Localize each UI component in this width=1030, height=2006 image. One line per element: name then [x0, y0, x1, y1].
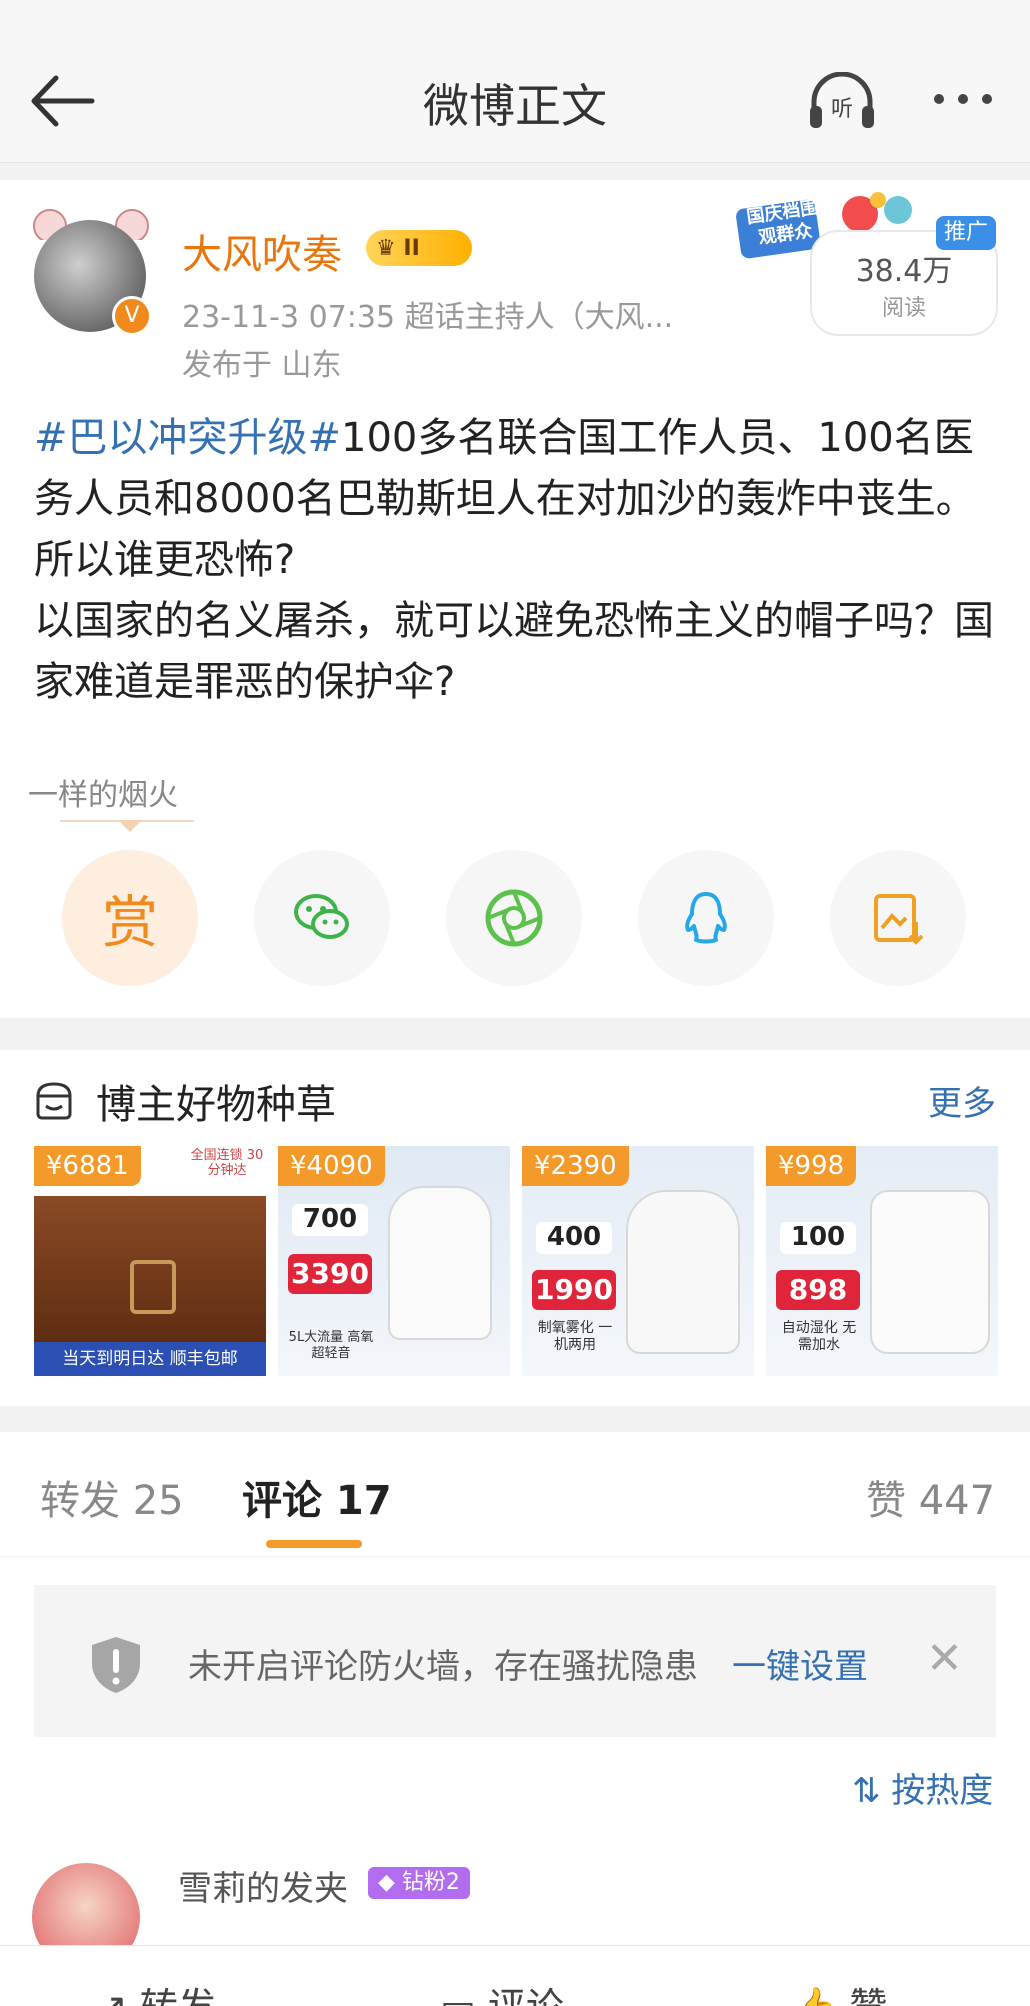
qq-penguin-icon: [685, 892, 727, 944]
comment-icon: ▭: [440, 1985, 488, 2006]
product-final-price: 3390: [288, 1254, 372, 1294]
firewall-text: 未开启评论防火墙，存在骚扰隐患: [188, 1647, 698, 1687]
post-meta: 23-11-3 07:35 超话主持人（大风...: [182, 300, 674, 335]
goods-more-link[interactable]: 更多: [928, 1076, 996, 1125]
reward-tip-label: 一样的烟火: [28, 778, 178, 813]
sort-label: 按热度: [891, 1771, 994, 1811]
sort-icon: ⇅: [852, 1771, 892, 1811]
product-final-price: 1990: [532, 1270, 616, 1310]
product-desc: 5L大流量 高氧超轻音: [288, 1330, 374, 1361]
product-deal: 700: [292, 1204, 368, 1236]
tab-comment[interactable]: 评论 17: [242, 1468, 392, 1526]
product-image: [870, 1190, 990, 1354]
product-card[interactable]: ¥2390 400 1990 制氧雾化 一机两用: [522, 1146, 754, 1376]
product-corner-text: 全国连锁 30分钟达: [190, 1148, 264, 1178]
post-card: V 大风吹奏 ♛ II 23-11-3 07:35 超话主持人（大风... 发布…: [0, 180, 1030, 1018]
active-tab-indicator: [266, 1540, 362, 1548]
product-price: ¥2390: [522, 1146, 629, 1186]
sort-by-heat-button[interactable]: ⇅ 按热度: [852, 1763, 993, 1812]
share-wechat-button[interactable]: [254, 850, 390, 986]
commenter-name[interactable]: 雪莉的发夹: [178, 1861, 348, 1910]
goods-title: 博主好物种草: [96, 1082, 336, 1128]
bottom-repost-button[interactable]: ↗ 转发: [96, 1976, 216, 2006]
reward-button[interactable]: 赏: [62, 850, 198, 986]
bottom-like-label: 赞: [849, 1985, 887, 2006]
share-moments-button[interactable]: [446, 850, 582, 986]
reward-label: 赏: [102, 890, 158, 956]
product-image: [388, 1186, 492, 1340]
shield-icon: [92, 1637, 140, 1693]
comments-area: 未开启评论防火墙，存在骚扰隐患 一键设置 ✕ ⇅ 按热度 雪莉的发夹 ◆ 钻粉2…: [0, 1557, 1030, 2005]
product-price: ¥6881: [34, 1146, 141, 1186]
product-final-price: 898: [776, 1270, 860, 1310]
product-deal: 100: [780, 1222, 856, 1254]
save-image-button[interactable]: [830, 850, 966, 986]
like-thumb-icon: 👍: [790, 1985, 849, 2006]
moments-shutter-icon: [485, 889, 543, 947]
goods-bag-icon: [36, 1082, 72, 1120]
post-tabs: 转发 25 评论 17 赞 447: [0, 1432, 1030, 1557]
tab-repost[interactable]: 转发 25: [40, 1468, 184, 1526]
product-deal: 400: [536, 1222, 612, 1254]
product-desc: 自动湿化 无需加水: [781, 1320, 857, 1353]
close-icon[interactable]: ✕: [926, 1633, 963, 1684]
fan-badge-label: 钻粉2: [401, 1870, 460, 1895]
product-image: [626, 1190, 740, 1354]
reward-tip-pointer: [118, 820, 142, 832]
product-desc: 制氧雾化 一机两用: [537, 1320, 613, 1353]
vip-level-badge[interactable]: ♛ II: [366, 230, 472, 266]
firewall-notice: 未开启评论防火墙，存在骚扰隐患 一键设置 ✕: [34, 1585, 996, 1737]
diamond-icon: ◆: [378, 1870, 395, 1895]
read-label: 阅读: [881, 296, 926, 321]
product-price: ¥4090: [278, 1146, 385, 1186]
product-price: ¥998: [766, 1146, 857, 1186]
save-image-icon: [874, 894, 924, 945]
bottom-repost-label: 转发: [140, 1985, 216, 2006]
tab-like[interactable]: 赞 447: [866, 1468, 995, 1526]
author-name[interactable]: 大风吹奏: [182, 222, 342, 280]
hashtag-link[interactable]: #巴以冲突升级#: [34, 415, 341, 461]
top-bar: 微博正文 听: [0, 0, 1030, 163]
bottom-action-bar: ↗ 转发 ▭ 评论 👍 赞: [0, 1945, 1030, 2006]
product-card[interactable]: ¥6881 全国连锁 30分钟达 当天到明日达 顺丰包邮: [34, 1146, 266, 1376]
wechat-icon: [294, 894, 349, 939]
fan-badge: ◆ 钻粉2: [368, 1867, 470, 1899]
svg-text:听: 听: [831, 97, 853, 122]
firewall-setup-link[interactable]: 一键设置: [732, 1639, 868, 1688]
bottom-comment-button[interactable]: ▭ 评论: [440, 1976, 564, 2006]
verified-badge-icon: V: [112, 296, 152, 336]
bottom-like-button[interactable]: 👍 赞: [790, 1976, 887, 2006]
more-options-icon[interactable]: [934, 94, 992, 104]
post-content: #巴以冲突升级#100多名联合国工作人员、100名医务人员和8000名巴勒斯坦人…: [34, 408, 1004, 713]
goods-section: 博主好物种草 更多 ¥6881 全国连锁 30分钟达 当天到明日达 顺丰包邮 ¥…: [0, 1050, 1030, 1406]
crown-icon: ♛: [376, 235, 404, 261]
read-count: 38.4万: [855, 254, 953, 289]
post-location: 发布于 山东: [182, 348, 342, 383]
product-promo: 当天到明日达 顺丰包邮: [34, 1342, 266, 1376]
product-card[interactable]: ¥4090 700 3390 5L大流量 高氧超轻音: [278, 1146, 510, 1376]
product-lock: [130, 1260, 176, 1314]
repost-icon: ↗: [96, 1985, 140, 2006]
listen-headphones-icon[interactable]: 听: [806, 72, 878, 132]
share-qq-button[interactable]: [638, 850, 774, 986]
product-card[interactable]: ¥998 100 898 自动湿化 无需加水: [766, 1146, 998, 1376]
bottom-comment-label: 评论: [488, 1985, 564, 2006]
ad-tag: 推广: [936, 216, 996, 250]
vip-level: II: [403, 235, 420, 261]
